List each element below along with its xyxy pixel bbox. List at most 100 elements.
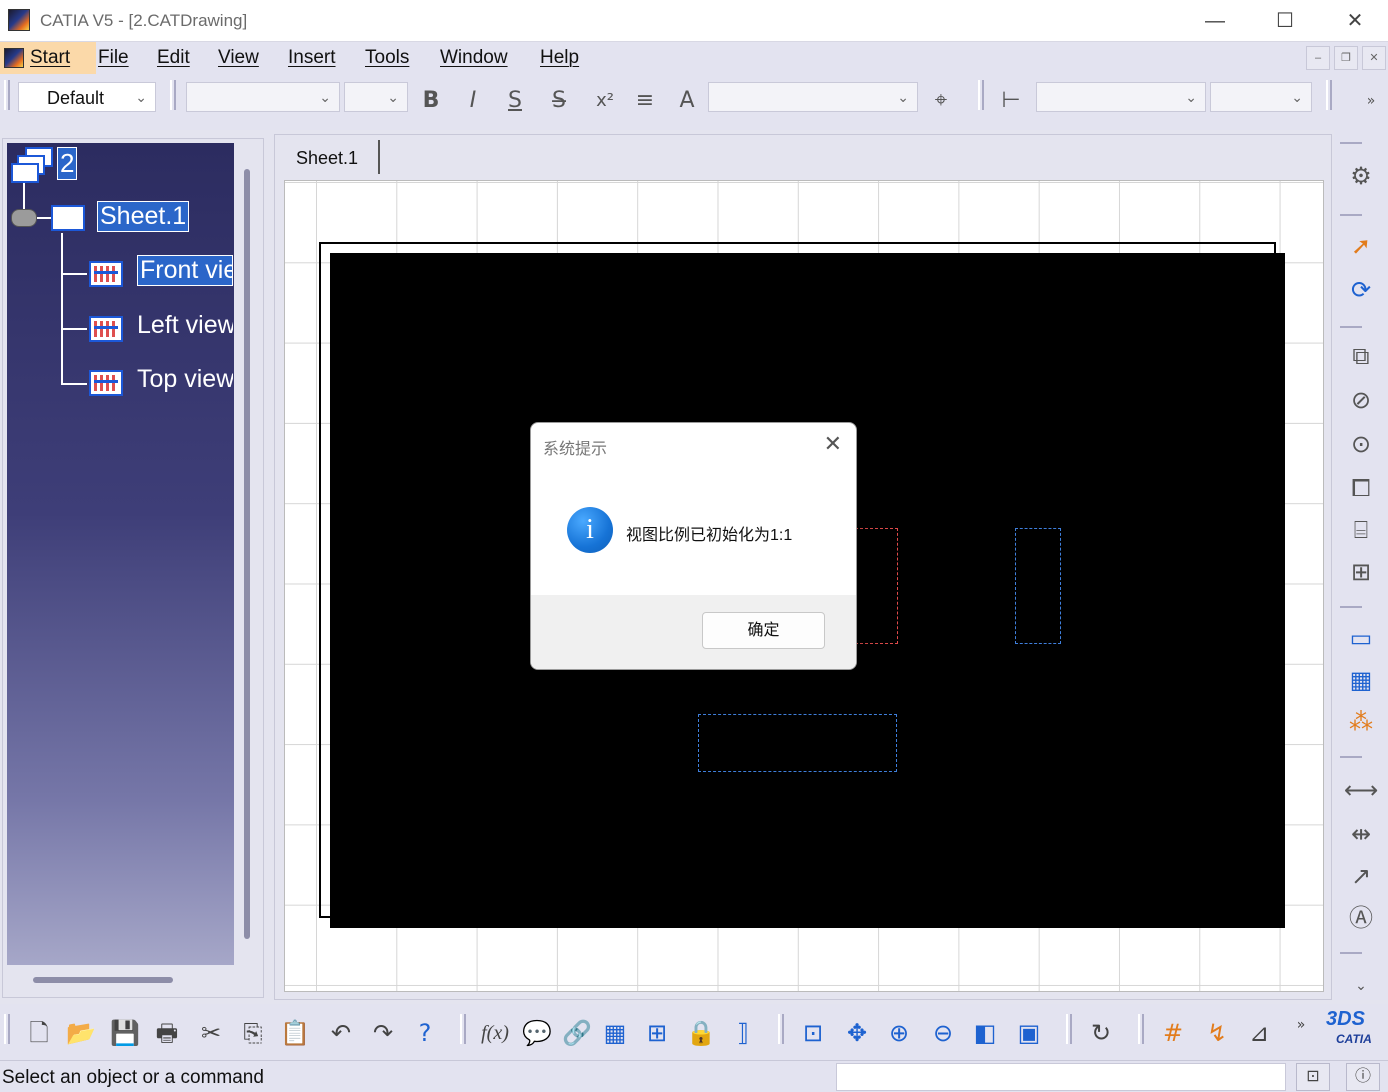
power-input-field[interactable] (836, 1063, 1286, 1091)
padlock-icon[interactable]: 🔒 (684, 1016, 718, 1050)
status-info-button[interactable]: ⓘ (1346, 1063, 1380, 1091)
tree-left-view-label[interactable]: Left view (137, 311, 233, 340)
tech-feature-dim-icon[interactable]: ⇹ (1344, 818, 1378, 850)
toolbar-grip[interactable] (778, 1014, 784, 1044)
cut-icon[interactable]: ✂ (194, 1016, 228, 1050)
shadow-s-icon[interactable]: S (500, 86, 530, 116)
left-view-icon[interactable] (89, 316, 123, 342)
close-button[interactable]: ✕ (1332, 6, 1378, 36)
new-icon[interactable]: 🗋 (22, 1016, 56, 1050)
break-icon[interactable]: ⌸ (1344, 514, 1378, 546)
update-icon[interactable]: ⟳ (1344, 274, 1378, 306)
bold-icon[interactable]: B (416, 86, 446, 116)
table-icon[interactable]: ▦ (598, 1016, 632, 1050)
snap-icon[interactable]: ↯ (1200, 1016, 1234, 1050)
menu-view[interactable]: View (218, 47, 259, 69)
tab-sheet-1[interactable]: Sheet.1 (284, 140, 380, 174)
normal-view-icon[interactable]: ◧ (968, 1016, 1002, 1050)
menu-file[interactable]: File (98, 47, 129, 69)
tolerance-combo[interactable]: ⌄ (1036, 82, 1206, 112)
wizard-icon[interactable]: ⊞ (1344, 556, 1378, 588)
formula-icon[interactable]: f(x) (478, 1016, 512, 1050)
mdi-minimize-button[interactable]: – (1306, 46, 1330, 70)
tree-vertical-scrollbar[interactable] (244, 169, 250, 939)
multi-view-icon[interactable]: ▣ (1012, 1016, 1046, 1050)
drafting-workbench-icon[interactable]: ⚙ (1344, 160, 1378, 192)
chevron-more-icon[interactable]: » (1284, 1008, 1318, 1042)
toolbar-grip[interactable] (170, 80, 176, 110)
comment-icon[interactable]: 💬 (520, 1016, 554, 1050)
tree-root-label[interactable]: 2 (57, 147, 78, 180)
swap-icon[interactable]: ↻ (1084, 1016, 1118, 1050)
open-icon[interactable]: 📂 (64, 1016, 98, 1050)
dialog-close-icon[interactable]: ✕ (824, 431, 842, 457)
maximize-button[interactable]: ☐ (1262, 6, 1308, 36)
front-view-icon[interactable] (89, 261, 123, 287)
new-sheet-icon[interactable]: ▭ (1344, 622, 1378, 654)
paste-icon[interactable]: 📋 (278, 1016, 312, 1050)
mdi-restore-button[interactable]: ❐ (1334, 46, 1358, 70)
tree-sheet-label[interactable]: Sheet.1 (97, 201, 190, 232)
drawing-root-icon[interactable] (11, 147, 53, 183)
analysis-icon[interactable]: ⊿ (1242, 1016, 1276, 1050)
text-icon[interactable]: Ⓐ (1344, 902, 1378, 934)
new-view-icon[interactable]: ▦ (1344, 664, 1378, 696)
toolbar-grip[interactable] (1326, 80, 1332, 110)
text-frame-icon[interactable]: A (672, 86, 702, 116)
menu-edit[interactable]: Edit (157, 47, 190, 69)
toolbar-grip[interactable] (978, 80, 984, 110)
undo-icon[interactable]: ↶ (324, 1016, 358, 1050)
views-icon[interactable]: ⧉ (1344, 340, 1378, 372)
font-size-combo[interactable]: ⌄ (344, 82, 408, 112)
style-combo[interactable]: Default ⌄ (18, 82, 156, 112)
chevron-down-icon[interactable]: ⌄ (1344, 970, 1378, 1002)
superscript-icon[interactable]: x² (590, 86, 620, 116)
minimize-button[interactable]: — (1192, 6, 1238, 36)
whats-this-icon[interactable]: ? (408, 1016, 442, 1050)
fit-all-icon[interactable]: ⊡ (796, 1016, 830, 1050)
symbol-combo[interactable]: ⌄ (708, 82, 918, 112)
toolbar-grip[interactable] (460, 1014, 466, 1044)
sheet-icon[interactable] (51, 205, 85, 231)
menu-insert[interactable]: Insert (288, 47, 336, 69)
font-name-combo[interactable]: ⌄ (186, 82, 340, 112)
generate-dim-icon[interactable]: ↗ (1344, 860, 1378, 892)
chevron-more-icon[interactable]: » (1356, 86, 1386, 116)
copy-icon[interactable]: ⎘ (236, 1016, 270, 1050)
lock-icon[interactable]: 🔗 (560, 1016, 594, 1050)
pan-icon[interactable]: ✥ (840, 1016, 874, 1050)
dimension-icon[interactable]: ⊢ (996, 86, 1026, 116)
clipping-icon[interactable]: ⧠ (1344, 472, 1378, 504)
instantiate-icon[interactable]: ⁂ (1344, 706, 1378, 738)
knowledge-icon[interactable]: ⟧ (726, 1016, 760, 1050)
toolbar-grip[interactable] (1066, 1014, 1072, 1044)
menu-window[interactable]: Window (440, 47, 508, 69)
print-icon[interactable]: 🖶 (150, 1016, 184, 1050)
menu-tools[interactable]: Tools (365, 47, 409, 69)
ok-button[interactable]: 确定 (702, 612, 825, 649)
menu-help[interactable]: Help (540, 47, 579, 69)
precision-combo[interactable]: ⌄ (1210, 82, 1312, 112)
zoom-out-icon[interactable]: ⊖ (926, 1016, 960, 1050)
tree-top-view-label[interactable]: Top view (137, 365, 233, 394)
tree-horizontal-scrollbar[interactable] (33, 977, 173, 983)
menu-start[interactable]: Start (0, 42, 96, 74)
save-icon[interactable]: 💾 (108, 1016, 142, 1050)
dimension-icon[interactable]: ⟷ (1344, 774, 1378, 806)
select-arrow-icon[interactable]: ➚ (1344, 230, 1378, 262)
tree-front-view-label[interactable]: Front view (137, 255, 233, 286)
section-icon[interactable]: ⊘ (1344, 384, 1378, 416)
top-view-icon[interactable] (89, 370, 123, 396)
italic-icon[interactable]: I (458, 86, 488, 116)
tree-icon[interactable]: ⊞ (640, 1016, 674, 1050)
mdi-close-button[interactable]: ✕ (1362, 46, 1386, 70)
toolbar-grip[interactable] (4, 80, 10, 110)
zoom-in-icon[interactable]: ⊕ (882, 1016, 916, 1050)
strikethrough-icon[interactable]: S̶ (544, 86, 574, 116)
align-icon[interactable]: ≡ (630, 86, 660, 116)
detail-icon[interactable]: ⊙ (1344, 428, 1378, 460)
toolbar-grip[interactable] (4, 1014, 10, 1044)
toolbar-grip[interactable] (1138, 1014, 1144, 1044)
redo-icon[interactable]: ↷ (366, 1016, 400, 1050)
status-toggle-button[interactable]: ⊡ (1296, 1063, 1330, 1091)
